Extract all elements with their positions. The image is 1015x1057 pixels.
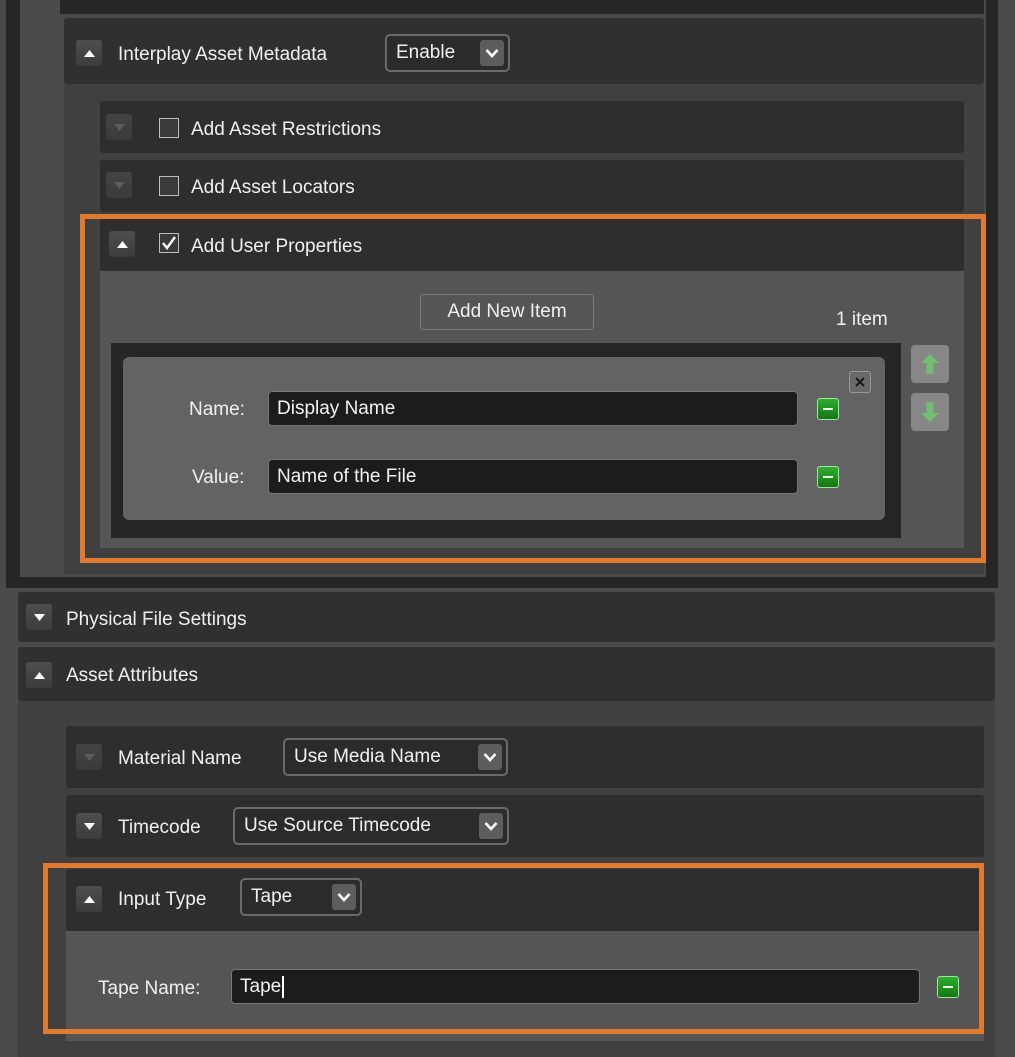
timecode-expand-button[interactable] xyxy=(76,813,102,839)
highlight-user-properties xyxy=(80,214,986,563)
triangle-down-icon xyxy=(83,822,95,830)
asset-attributes-label: Asset Attributes xyxy=(66,665,199,686)
material-name-select[interactable]: Use Media Name xyxy=(283,738,508,776)
triangle-up-icon xyxy=(33,671,45,679)
asset-restrictions-expand-button[interactable] xyxy=(106,114,132,140)
triangle-up-icon xyxy=(83,49,95,57)
asset-attributes-expand-button[interactable] xyxy=(26,662,52,688)
interplay-metadata-mode-value: Enable xyxy=(396,42,456,63)
triangle-down-icon xyxy=(83,753,95,761)
timecode-value: Use Source Timecode xyxy=(244,815,431,836)
asset-locators-label: Add Asset Locators xyxy=(191,177,355,198)
interplay-metadata-mode-select[interactable]: Enable xyxy=(385,34,510,72)
previous-row-edge xyxy=(60,0,984,14)
physical-file-settings-expand-button[interactable] xyxy=(26,604,52,630)
asset-locators-expand-button[interactable] xyxy=(106,172,132,198)
physical-file-settings-label: Physical File Settings xyxy=(66,609,247,630)
highlight-input-type xyxy=(43,863,984,1034)
material-name-value: Use Media Name xyxy=(294,746,441,767)
timecode-select[interactable]: Use Source Timecode xyxy=(233,807,509,845)
asset-restrictions-label: Add Asset Restrictions xyxy=(191,119,382,140)
triangle-down-icon xyxy=(113,123,125,131)
chevron-down-icon xyxy=(479,813,503,839)
chevron-down-icon xyxy=(478,744,502,770)
triangle-down-icon xyxy=(113,181,125,189)
asset-locators-checkbox[interactable] xyxy=(159,176,179,196)
timecode-row xyxy=(66,795,984,857)
interplay-metadata-label: Interplay Asset Metadata xyxy=(118,44,328,65)
material-name-expand-button[interactable] xyxy=(76,744,102,770)
asset-restrictions-checkbox[interactable] xyxy=(159,118,179,138)
chevron-down-icon xyxy=(480,40,504,66)
interplay-metadata-expand-button[interactable] xyxy=(76,40,102,66)
triangle-down-icon xyxy=(33,613,45,621)
material-name-label: Material Name xyxy=(118,748,242,769)
timecode-label: Timecode xyxy=(118,817,201,838)
